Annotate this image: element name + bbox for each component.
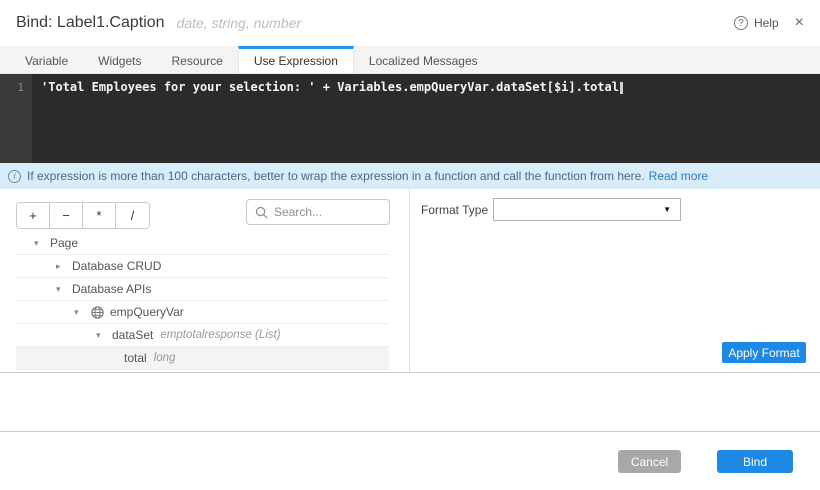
plus-operator-button[interactable]: +	[17, 203, 50, 228]
tree-item-type: emptotalresponse (List)	[160, 329, 281, 341]
tree-item-empqueryvar[interactable]: ▾ empQueryVar	[16, 301, 389, 324]
tree-item-database-crud[interactable]: ▸ Database CRUD	[16, 255, 389, 278]
tab-resource[interactable]: Resource	[157, 46, 238, 73]
search-icon	[255, 206, 268, 218]
info-message: If expression is more than 100 character…	[27, 169, 645, 183]
close-icon[interactable]: ×	[795, 15, 804, 31]
chevron-down-icon[interactable]: ▾	[74, 307, 90, 318]
help-label: Help	[753, 16, 779, 30]
cancel-button[interactable]: Cancel	[618, 450, 681, 473]
tree-item-label: dataSet	[112, 328, 154, 342]
dropdown-arrow-icon: ▼	[663, 205, 671, 214]
info-icon: i	[8, 169, 21, 183]
service-variable-icon	[91, 305, 104, 319]
variables-panel: + − * / ▾ Page ▸ Database CRUD	[0, 189, 410, 372]
tab-widgets[interactable]: Widgets	[83, 46, 156, 73]
tree-item-label: Database APIs	[72, 282, 152, 296]
tree-item-dataset[interactable]: ▾ dataSet emptotalresponse (List)	[16, 324, 389, 347]
format-panel: Format Type ▼ Apply Format	[411, 189, 820, 372]
tab-bar: Variable Widgets Resource Use Expression…	[0, 46, 820, 74]
apply-format-button[interactable]: Apply Format	[722, 342, 806, 363]
info-banner: i If expression is more than 100 charact…	[0, 163, 820, 189]
tab-localized-messages[interactable]: Localized Messages	[354, 46, 493, 73]
tree-item-type: long	[153, 352, 176, 364]
chevron-down-icon[interactable]: ▾	[56, 284, 72, 295]
title-bar: Bind: Label1.Caption date, string, numbe…	[0, 0, 820, 46]
tab-variable[interactable]: Variable	[10, 46, 83, 73]
tree-item-total[interactable]: total long	[16, 347, 389, 370]
format-type-label: Format Type	[421, 203, 489, 217]
dialog-footer: Cancel Bind	[0, 431, 820, 490]
text-cursor	[619, 81, 623, 94]
help-icon: ?	[733, 16, 748, 30]
editor-gutter: 1	[0, 74, 32, 163]
content-area: + − * / ▾ Page ▸ Database CRUD	[0, 189, 820, 373]
variable-tree: ▾ Page ▸ Database CRUD ▾ Database APIs ▾	[0, 232, 409, 370]
line-number: 1	[17, 81, 24, 94]
tree-item-label: Database CRUD	[72, 259, 162, 273]
format-type-select[interactable]: ▼	[493, 198, 681, 221]
help-button[interactable]: ? Help	[733, 16, 779, 30]
tab-use-expression[interactable]: Use Expression	[237, 46, 354, 73]
bind-button[interactable]: Bind	[717, 450, 793, 473]
code-text: 'Total Employees for your selection: ' +…	[41, 80, 619, 94]
search-input[interactable]	[274, 205, 381, 219]
read-more-link[interactable]: Read more	[649, 169, 708, 183]
tree-item-database-apis[interactable]: ▾ Database APIs	[16, 278, 389, 301]
allowed-types-hint: date, string, number	[176, 15, 302, 31]
title-actions: ? Help ×	[733, 15, 804, 31]
chevron-right-icon[interactable]: ▸	[56, 261, 72, 272]
divide-operator-button[interactable]: /	[116, 203, 149, 228]
tree-item-label: Page	[50, 236, 79, 250]
tree-item-page[interactable]: ▾ Page	[16, 232, 389, 255]
minus-operator-button[interactable]: −	[50, 203, 83, 228]
tree-item-label: total	[124, 351, 147, 365]
chevron-down-icon[interactable]: ▾	[34, 238, 50, 249]
expression-editor[interactable]: 1 'Total Employees for your selection: '…	[0, 74, 820, 163]
expression-code[interactable]: 'Total Employees for your selection: ' +…	[32, 74, 820, 163]
bind-dialog: Bind: Label1.Caption date, string, numbe…	[0, 0, 820, 490]
multiply-operator-button[interactable]: *	[83, 203, 116, 228]
operator-group: + − * /	[16, 202, 150, 229]
search-box[interactable]	[246, 199, 390, 225]
chevron-down-icon[interactable]: ▾	[96, 330, 112, 341]
dialog-title: Bind: Label1.Caption	[16, 14, 165, 31]
tree-item-label: empQueryVar	[110, 305, 184, 319]
